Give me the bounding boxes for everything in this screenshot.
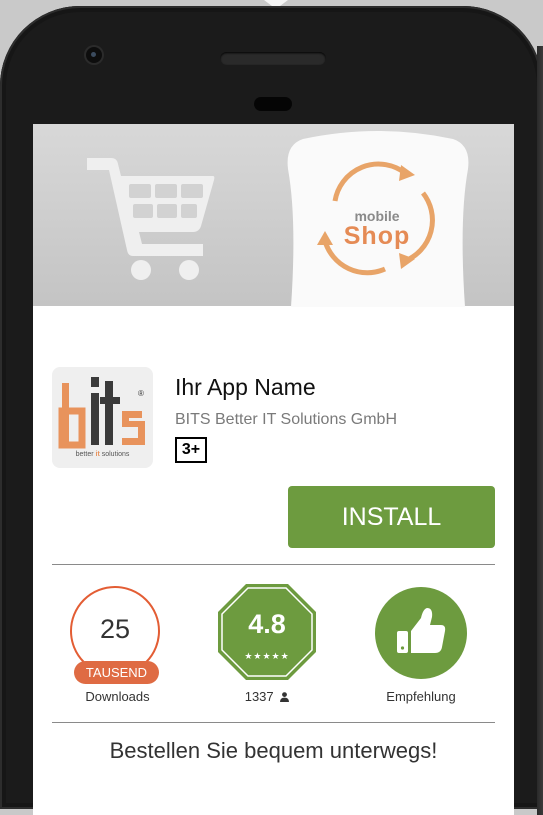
speaker-grille	[220, 52, 326, 65]
app-title: Ihr App Name	[175, 374, 316, 400]
phone-screen: mobile Shop ® better it solutions Ihr Ap…	[33, 124, 514, 815]
downloads-label: Downloads	[85, 689, 150, 704]
rating-count-value: 1337	[244, 689, 274, 704]
shopping-cart-icon	[87, 158, 215, 280]
recommendation-label: Empfehlung	[386, 689, 456, 704]
divider-bottom	[52, 722, 495, 723]
rating-stars: ★★★★★	[244, 651, 290, 661]
user-icon	[280, 692, 290, 702]
rating-count: 1337	[216, 689, 318, 704]
logo-subtitle: better it solutions	[52, 451, 153, 458]
downloads-unit: TAUSEND	[74, 661, 159, 684]
feature-banner: mobile Shop	[33, 124, 514, 307]
thumbs-up-icon	[397, 608, 446, 653]
logo-subtitle-prefix: better	[75, 451, 96, 458]
age-rating-badge: 3+	[175, 437, 207, 463]
divider-top	[52, 564, 495, 565]
phone-frame: mobile Shop ® better it solutions Ihr Ap…	[0, 6, 543, 815]
developer-name[interactable]: BITS Better IT Solutions GmbH	[175, 411, 397, 429]
phone-edge	[537, 46, 543, 815]
app-logo: ® better it solutions	[52, 367, 153, 468]
recommendation-badge	[375, 587, 467, 679]
proximity-sensor	[254, 97, 292, 111]
rating-value: 4.8	[248, 609, 286, 639]
registered-mark: ®	[138, 389, 144, 398]
install-button[interactable]: INSTALL	[288, 486, 495, 548]
badge-shop-text: Shop	[343, 222, 411, 250]
camera-icon	[86, 47, 102, 63]
downloads-count: 25	[99, 614, 131, 644]
logo-subtitle-suffix: solutions	[99, 451, 130, 458]
app-tagline: Bestellen Sie bequem unterwegs!	[109, 738, 438, 763]
